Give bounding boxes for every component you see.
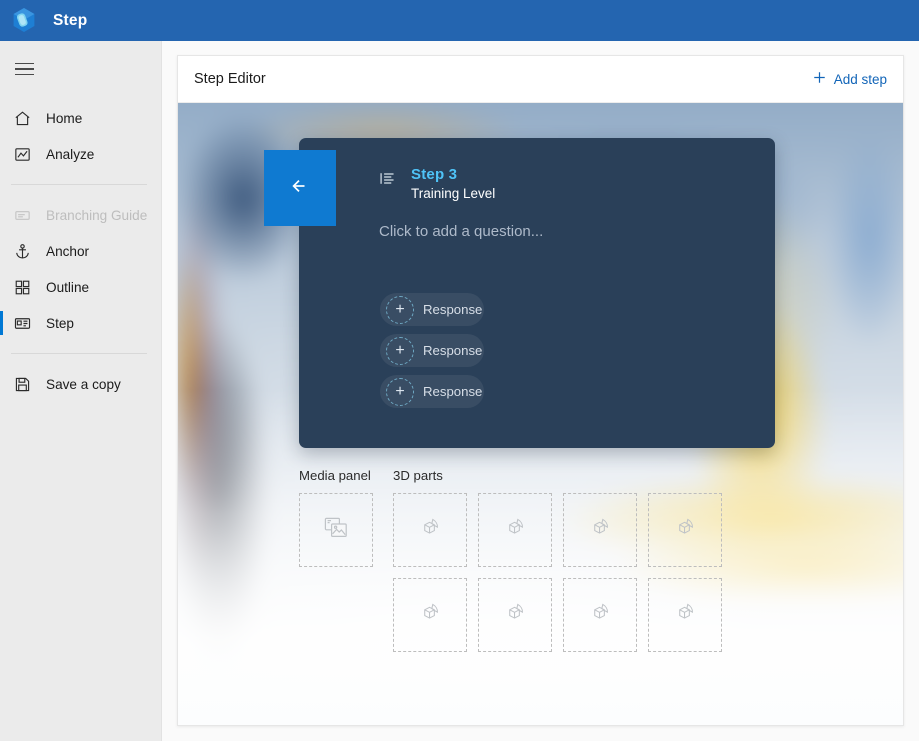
- part-slot[interactable]: [393, 578, 467, 652]
- plus-icon: [812, 70, 827, 88]
- step-card-icon: [11, 312, 33, 334]
- back-button[interactable]: [264, 150, 336, 226]
- home-icon: [11, 107, 33, 129]
- part-slot[interactable]: [648, 493, 722, 567]
- 3d-part-icon: [418, 515, 443, 545]
- part-slot[interactable]: [478, 578, 552, 652]
- response-label: Response: [423, 302, 483, 317]
- step-header: Step 3 Training Level: [379, 166, 495, 201]
- step-editor-toolbar: Step Editor Add step: [178, 56, 903, 103]
- sidebar-item-branching-guide: Branching Guide: [0, 197, 161, 233]
- sidebar-nav-list: Home Analyze Branching Guide Anchor Outl…: [0, 100, 161, 402]
- step-canvas: Step 3 Training Level Click to add a que…: [178, 103, 903, 725]
- parts-panel: 3D parts: [393, 468, 722, 652]
- 3d-part-icon: [418, 600, 443, 630]
- asset-panels: Media panel 3D parts: [299, 468, 722, 652]
- analyze-chart-icon: [11, 143, 33, 165]
- parts-panel-title: 3D parts: [393, 468, 443, 483]
- parts-grid: [393, 493, 722, 652]
- sidebar-item-label: Save a copy: [46, 376, 121, 392]
- step-header-text: Step 3 Training Level: [411, 166, 495, 201]
- sidebar-item-step[interactable]: Step: [0, 305, 161, 341]
- plus-icon: +: [386, 377, 414, 406]
- 3d-part-icon: [673, 600, 698, 630]
- media-panel-title: Media panel: [299, 468, 371, 483]
- sidebar-item-label: Step: [46, 315, 74, 331]
- sidebar-item-anchor[interactable]: Anchor: [0, 233, 161, 269]
- add-response-button[interactable]: + Response: [380, 375, 484, 408]
- response-list: + Response + Response + Response: [380, 293, 484, 408]
- 3d-part-icon: [588, 515, 613, 545]
- sidebar-item-label: Anchor: [46, 243, 90, 259]
- question-placeholder[interactable]: Click to add a question...: [379, 223, 543, 240]
- 3d-part-icon: [503, 515, 528, 545]
- response-label: Response: [423, 343, 483, 358]
- arrow-left-icon: [285, 171, 315, 206]
- plus-icon: +: [386, 336, 414, 365]
- guides-cube-logo-icon: [7, 4, 41, 38]
- sidebar-item-label: Home: [46, 110, 83, 126]
- sidebar-item-analyze[interactable]: Analyze: [0, 136, 161, 172]
- page-title: Step Editor: [194, 71, 266, 87]
- sidebar-item-home[interactable]: Home: [0, 100, 161, 136]
- branching-guide-icon: [11, 204, 33, 226]
- 3d-part-icon: [673, 515, 698, 545]
- sidebar: Home Analyze Branching Guide Anchor Outl…: [0, 41, 162, 741]
- add-step-button[interactable]: Add step: [812, 70, 887, 88]
- app-title: Step: [53, 11, 88, 29]
- app-header: Step: [0, 0, 919, 41]
- sidebar-item-label: Outline: [46, 279, 90, 295]
- media-panel: Media panel: [299, 468, 373, 652]
- 3d-part-icon: [503, 600, 528, 630]
- response-label: Response: [423, 384, 483, 399]
- anchor-icon: [11, 240, 33, 262]
- save-copy-icon: [11, 373, 33, 395]
- sidebar-divider-bottom: [11, 353, 147, 354]
- media-panel-slot[interactable]: [299, 493, 373, 567]
- part-slot[interactable]: [563, 493, 637, 567]
- sidebar-item-label: Branching Guide: [46, 207, 148, 223]
- part-slot[interactable]: [393, 493, 467, 567]
- 3d-part-icon: [588, 600, 613, 630]
- sidebar-item-outline[interactable]: Outline: [0, 269, 161, 305]
- step-number: Step 3: [411, 166, 458, 183]
- main-content: Step Editor Add step Step 3 Training Lev…: [162, 41, 919, 741]
- part-slot[interactable]: [478, 493, 552, 567]
- add-response-button[interactable]: + Response: [380, 293, 484, 326]
- part-slot[interactable]: [648, 578, 722, 652]
- bulleted-list-icon: [379, 170, 396, 192]
- add-response-button[interactable]: + Response: [380, 334, 484, 367]
- image-placeholder-icon: [323, 516, 349, 545]
- add-step-label: Add step: [833, 71, 887, 87]
- sidebar-divider-top: [11, 184, 147, 185]
- step-name: Training Level: [411, 186, 496, 201]
- sidebar-item-save-a-copy[interactable]: Save a copy: [0, 366, 161, 402]
- plus-icon: +: [386, 295, 414, 324]
- outline-grid-icon: [11, 276, 33, 298]
- step-editor-panel: Step Editor Add step Step 3 Training Lev…: [177, 55, 904, 726]
- sidebar-item-label: Analyze: [46, 146, 95, 162]
- hamburger-icon[interactable]: [4, 49, 44, 89]
- step-card: Step 3 Training Level Click to add a que…: [264, 138, 775, 448]
- part-slot[interactable]: [563, 578, 637, 652]
